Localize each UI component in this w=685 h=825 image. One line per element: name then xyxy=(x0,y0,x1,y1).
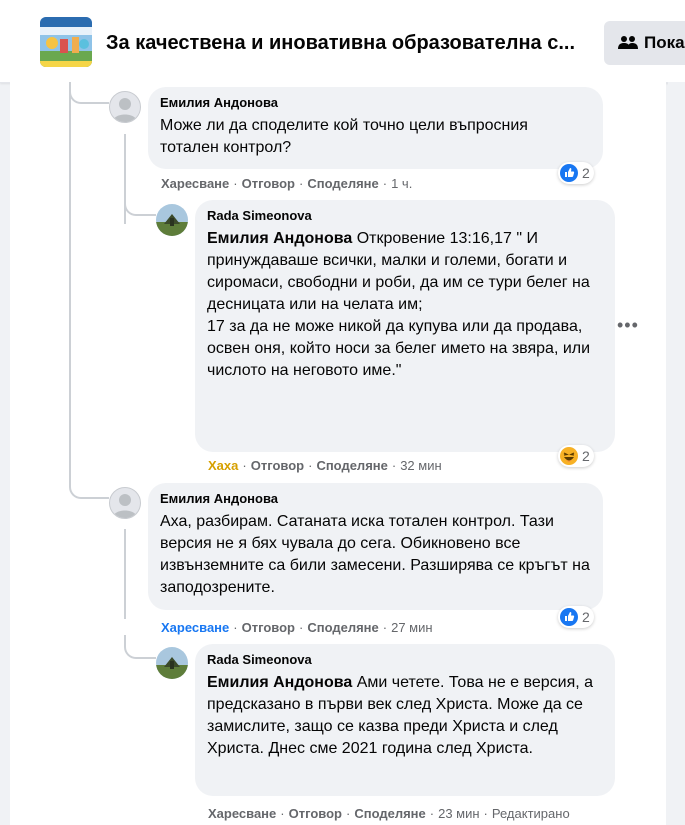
comment-author[interactable]: Rada Simeonova xyxy=(207,208,603,224)
avatar[interactable] xyxy=(109,91,141,123)
share-action[interactable]: Споделяне xyxy=(316,458,387,473)
comment-text: Емилия Андонова Откровение 13:16,17 " И … xyxy=(207,228,603,382)
comment-actions: Харесване · Отговор · Споделяне · 1 ч. xyxy=(161,176,413,191)
timestamp[interactable]: 32 мин xyxy=(400,458,441,473)
group-title[interactable]: За качествена и иновативна образователна… xyxy=(106,30,586,56)
comment-bubble: Rada Simeonova Емилия Андонова Ами четет… xyxy=(195,644,615,796)
reply-action[interactable]: Отговор xyxy=(251,458,304,473)
mention-link[interactable]: Емилия Андонова xyxy=(207,230,352,247)
comment-text: Аха, разбирам. Сатаната иска тотален кон… xyxy=(160,513,590,596)
reply-action[interactable]: Отговор xyxy=(242,620,295,635)
share-action[interactable]: Споделяне xyxy=(354,806,425,821)
reply-connector xyxy=(124,635,156,659)
comment-actions: Хаха · Отговор · Споделяне · 32 мин xyxy=(208,458,442,473)
reaction-summary[interactable]: 2 xyxy=(558,445,594,467)
group-cover-thumbnail[interactable] xyxy=(40,17,92,67)
timestamp[interactable]: 23 мин xyxy=(438,806,479,821)
reaction-count: 2 xyxy=(582,609,590,625)
reply-connector xyxy=(124,192,156,216)
thread-connector xyxy=(69,82,109,104)
edited-label[interactable]: Редактирано xyxy=(492,806,570,821)
reaction-count: 2 xyxy=(582,165,590,181)
invite-button[interactable]: Покани xyxy=(604,21,685,65)
like-reaction-icon xyxy=(560,164,578,182)
avatar[interactable] xyxy=(156,647,188,679)
haha-reaction-icon xyxy=(560,447,578,465)
reaction-summary[interactable]: 2 xyxy=(558,162,594,184)
haha-action[interactable]: Хаха xyxy=(208,458,238,473)
thread-line xyxy=(69,82,71,487)
comment-bubble: Емилия Андонова Може ли да споделите кой… xyxy=(148,87,603,169)
timestamp[interactable]: 27 мин xyxy=(391,620,432,635)
avatar[interactable] xyxy=(156,204,188,236)
thread-connector xyxy=(69,477,109,499)
like-reaction-icon xyxy=(560,608,578,626)
mention-link[interactable]: Емилия Андонова xyxy=(207,674,352,691)
avatar[interactable] xyxy=(109,487,141,519)
share-action[interactable]: Споделяне xyxy=(307,176,378,191)
comment-author[interactable]: Емилия Андонова xyxy=(160,95,591,111)
page-gutter xyxy=(668,82,685,825)
more-dots-icon[interactable]: ••• xyxy=(617,316,639,334)
comment-actions: Харесване · Отговор · Споделяне · 27 мин xyxy=(161,620,433,635)
comment-text-part: 17 за да не може никой да купува или да … xyxy=(207,318,591,379)
reply-line xyxy=(124,529,126,619)
like-action[interactable]: Харесване xyxy=(208,806,276,821)
reaction-summary[interactable]: 2 xyxy=(558,606,594,628)
group-header: За качествена и иновативна образователна… xyxy=(0,0,685,83)
share-action[interactable]: Споделяне xyxy=(307,620,378,635)
timestamp[interactable]: 1 ч. xyxy=(391,176,412,191)
comment-bubble: Емилия Андонова Аха, разбирам. Сатаната … xyxy=(148,483,603,610)
comments-panel: Емилия Андонова Може ли да споделите кой… xyxy=(10,82,666,825)
comment-author[interactable]: Емилия Андонова xyxy=(160,491,591,507)
people-icon xyxy=(618,36,638,49)
comment-text: Може ли да споделите кой точно цели въпр… xyxy=(160,117,528,156)
comment-actions: Харесване · Отговор · Споделяне · 23 мин · Редак… xyxy=(208,806,570,821)
like-action[interactable]: Харесване xyxy=(161,620,229,635)
comment-bubble: Rada Simeonova Емилия Андонова Откровени… xyxy=(195,200,615,452)
reaction-count: 2 xyxy=(582,448,590,464)
reply-action[interactable]: Отговор xyxy=(242,176,295,191)
like-action[interactable]: Харесване xyxy=(161,176,229,191)
invite-label: Покани xyxy=(644,33,685,52)
comment-text: Емилия Андонова Ами четете. Това не е ве… xyxy=(207,672,603,760)
comment-author[interactable]: Rada Simeonova xyxy=(207,652,603,668)
reply-action[interactable]: Отговор xyxy=(289,806,342,821)
